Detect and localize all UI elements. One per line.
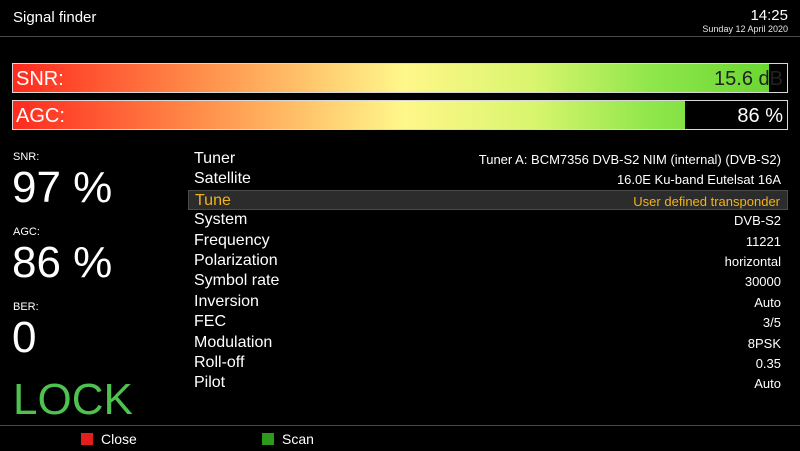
info-value: DVB-S2 (734, 213, 781, 229)
info-key: Tune (195, 191, 231, 209)
lock-status: LOCK (13, 375, 133, 424)
snr-stat-value: 97 % (12, 163, 113, 212)
agc-meter-value: 86 % (737, 105, 783, 127)
info-key: Roll-off (194, 353, 245, 371)
info-key: Tuner (194, 150, 236, 167)
window-title: Signal finder (13, 9, 97, 26)
snr-meter-label: SNR: (16, 68, 64, 90)
agc-meter-label: AGC: (16, 105, 65, 127)
info-row-satellite[interactable]: Satellite 16.0E Ku-band Eutelsat 16A (188, 169, 788, 189)
info-row-system[interactable]: System DVB-S2 (188, 210, 788, 230)
agc-stat-value: 86 % (12, 238, 113, 287)
info-value: Auto (754, 294, 781, 310)
info-key: System (194, 211, 248, 229)
info-row-fec[interactable]: FEC 3/5 (188, 312, 788, 332)
info-value: 16.0E Ku-band Eutelsat 16A (616, 172, 781, 188)
info-value: 8PSK (747, 335, 781, 351)
tuning-info-list: Tuner Tuner A: BCM7356 DVB-S2 NIM (inter… (188, 149, 788, 394)
snr-meter-fill (13, 64, 770, 92)
info-row-inversion[interactable]: Inversion Auto (188, 292, 788, 312)
info-row-modulation[interactable]: Modulation 8PSK (188, 333, 788, 353)
ber-stat-value: 0 (12, 313, 37, 362)
info-key: Inversion (194, 292, 259, 310)
info-row-roll-off[interactable]: Roll-off 0.35 (188, 353, 788, 373)
info-key: Modulation (194, 333, 273, 351)
info-row-pilot[interactable]: Pilot Auto (188, 373, 788, 393)
header-bar: Signal finder 14:25 Sunday 12 April 2020 (0, 0, 800, 37)
info-key: FEC (194, 313, 226, 331)
footer-bar: Close Scan (0, 425, 800, 451)
info-key: Pilot (194, 374, 226, 392)
info-key: Symbol rate (194, 272, 280, 290)
snr-meter: SNR: 15.6 dB (12, 63, 788, 93)
agc-meter: AGC: 86 % (12, 100, 788, 130)
info-value: 30000 (744, 274, 781, 290)
info-value: 3/5 (762, 315, 781, 331)
info-key: Satellite (194, 170, 251, 188)
ber-stat-label: BER: (13, 301, 39, 313)
info-key: Polarization (194, 251, 278, 269)
agc-meter-fill (13, 101, 685, 129)
agc-stat-label: AGC: (13, 226, 40, 238)
info-row-symbol-rate[interactable]: Symbol rate 30000 (188, 271, 788, 291)
snr-stat-label: SNR: (13, 151, 40, 163)
info-value: Tuner A: BCM7356 DVB-S2 NIM (internal) (… (478, 152, 781, 167)
info-value: 11221 (745, 233, 781, 249)
info-value: 0.35 (755, 355, 781, 371)
red-key-icon (81, 433, 93, 445)
info-value: horizontal (724, 253, 781, 269)
info-value: User defined transponder (633, 193, 780, 209)
snr-meter-value: 15.6 dB (714, 68, 783, 90)
info-key: Frequency (194, 231, 270, 249)
green-key-icon (262, 433, 274, 445)
info-row-frequency[interactable]: Frequency 11221 (188, 231, 788, 251)
info-row-tune[interactable]: Tune User defined transponder (188, 189, 788, 211)
info-row-tuner[interactable]: Tuner Tuner A: BCM7356 DVB-S2 NIM (inter… (188, 149, 788, 169)
clock-date: Sunday 12 April 2020 (702, 24, 788, 34)
info-row-polarization[interactable]: Polarization horizontal (188, 251, 788, 271)
scan-button-label: Scan (282, 431, 314, 447)
clock-time: 14:25 (750, 7, 788, 24)
close-button-label: Close (101, 431, 137, 447)
info-value: Auto (754, 376, 781, 392)
